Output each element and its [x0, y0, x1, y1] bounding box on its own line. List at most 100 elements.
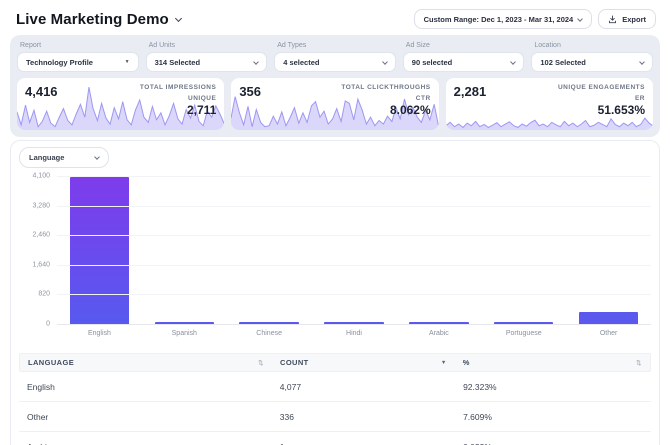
kpi-sub-value: 8.062% [389, 103, 431, 117]
kpi-card: 356 TOTAL CLICKTHROUGHS CTR 8.062% [231, 78, 439, 130]
breakdown-card: Language 4,100 3,280 2,460 1,640 820 0 Englis… [10, 140, 660, 445]
column-header-percent[interactable]: % ⇅ [455, 354, 650, 371]
chevron-down-icon [174, 14, 182, 22]
sort-icon: ⇅ [258, 359, 264, 367]
table-row: English 4,077 92.323% [19, 372, 651, 402]
column-header-language[interactable]: LANGUAGE ⇅ [20, 354, 272, 371]
bar-english[interactable] [69, 176, 130, 324]
gridline [57, 264, 651, 266]
cell-language: English [27, 381, 55, 392]
page-title: Live Marketing Demo [16, 10, 169, 28]
kpi-card: 4,416 TOTAL IMPRESSIONS UNIQUE 2,711 [17, 78, 225, 130]
filter-value: 102 Selected [540, 57, 586, 67]
y-tick-label: 3,280 [32, 202, 50, 210]
top-bar: Live Marketing Demo Custom Range: Dec 1,… [0, 0, 670, 31]
cell-percent: 92.323% [463, 381, 497, 392]
dimension-select[interactable]: Language [19, 147, 109, 168]
kpi-label: TOTAL IMPRESSIONS [139, 84, 217, 91]
cell-count: 336 [279, 411, 294, 422]
sort-desc-icon: ▼ [440, 359, 447, 366]
kpi-sub-label: ER [634, 95, 645, 102]
download-icon [609, 14, 617, 23]
chevron-down-icon [510, 58, 517, 65]
filter-value: 4 selected [283, 57, 320, 67]
column-header-count[interactable]: COUNT ▼ [272, 354, 455, 371]
export-button[interactable]: Export [598, 9, 656, 29]
kpi-sub-label: CTR [415, 95, 431, 102]
cell-percent: 0.023% [455, 432, 651, 445]
filters-kpi-panel: Report Technology Profile ▼ Ad Units 314 Sel… [10, 35, 660, 137]
date-range-button[interactable]: Custom Range: Dec 1, 2023 - Mar 31, 2024 [413, 9, 593, 29]
filter-group-report: Report Technology Profile ▼ [17, 41, 139, 72]
y-tick-label: 0 [46, 320, 50, 328]
triangle-down-icon: ▼ [124, 59, 130, 65]
table-row: Other 336 7.609% [19, 402, 651, 432]
report-title-dropdown[interactable]: Live Marketing Demo [16, 10, 182, 28]
kpi-value: 356 [239, 84, 262, 99]
plot-area [57, 176, 651, 325]
kpi-label: TOTAL CLICKTHROUGHS [341, 84, 431, 91]
filter-select[interactable]: Technology Profile ▼ [17, 52, 139, 72]
cell-language: Other [27, 411, 49, 422]
kpi-sub-value: 2,711 [186, 103, 217, 117]
y-tick-label: 4,100 [32, 172, 50, 180]
filter-label: Ad Size [405, 42, 430, 49]
x-axis-labels: English Spanish Chinese Hindi Arabic Portugue… [57, 324, 651, 337]
column-label: LANGUAGE [28, 358, 75, 367]
gridline [57, 235, 651, 237]
filter-label: Ad Types [277, 42, 307, 49]
filter-select[interactable]: 314 Selected [145, 52, 268, 72]
filter-group-ad-size: Ad Size 90 selected [402, 41, 525, 72]
cell-count: 1 [272, 432, 455, 445]
table-header-row: LANGUAGE ⇅ COUNT ▼ % ⇅ [19, 353, 651, 372]
table-body: English 4,077 92.323% Other 336 7.609% Arabic1… [19, 372, 651, 445]
bar-slot [57, 176, 142, 324]
filter-label: Report [20, 42, 42, 49]
filter-value: 90 selected [411, 57, 453, 67]
export-label: Export [622, 14, 646, 24]
y-axis: 4,100 3,280 2,460 1,640 820 0 [19, 172, 57, 328]
bar-slot [566, 311, 651, 324]
filter-bar: Report Technology Profile ▼ Ad Units 314 Sel… [17, 41, 653, 72]
filter-select[interactable]: 4 selected [274, 52, 396, 72]
filter-group-ad-units: Ad Units 314 Selected [145, 41, 268, 72]
cell-count: 4,077 [279, 381, 302, 392]
bar-chart: 4,100 3,280 2,460 1,640 820 0 [19, 172, 651, 328]
kpi-card: 2,281 UNIQUE ENGAGEMENTS ER 51.653% [445, 78, 653, 130]
filter-select[interactable]: 90 selected [402, 52, 525, 72]
kpi-sub-value: 51.653% [597, 103, 645, 117]
filter-label: Ad Units [148, 42, 176, 49]
x-tick-label: Arabic [428, 330, 449, 337]
y-tick-label: 820 [38, 290, 50, 298]
kpi-row: 4,416 TOTAL IMPRESSIONS UNIQUE 2,711 356 TOTA… [17, 78, 653, 130]
gridline [57, 294, 651, 296]
language-table: LANGUAGE ⇅ COUNT ▼ % ⇅ English 4,077 92.32… [19, 353, 651, 445]
bars-container [57, 176, 651, 324]
dimension-select-value: Language [29, 153, 65, 162]
chevron-down-icon [577, 15, 584, 22]
filter-select[interactable]: 102 Selected [531, 52, 653, 72]
filter-group-location: Location 102 Selected [531, 41, 653, 72]
chevron-down-icon [381, 58, 388, 65]
x-tick-label: Chinese [256, 330, 282, 337]
bar-other[interactable] [578, 311, 639, 324]
y-tick-label: 1,640 [32, 261, 50, 269]
x-tick-label: Spanish [171, 330, 197, 337]
x-tick-label: Portuguese [505, 330, 542, 337]
column-label: % [462, 358, 470, 367]
cell-language: Arabic [19, 432, 272, 445]
y-tick-label: 2,460 [32, 231, 50, 239]
kpi-value: 4,416 [25, 84, 58, 99]
chevron-down-icon [253, 58, 260, 65]
gridline [57, 324, 651, 325]
kpi-value: 2,281 [453, 84, 487, 99]
filter-label: Location [534, 42, 561, 49]
sort-icon: ⇅ [636, 359, 642, 367]
gridline [57, 205, 651, 207]
column-label: COUNT [280, 358, 309, 367]
date-range-label: Custom Range: Dec 1, 2023 - Mar 31, 2024 [423, 14, 574, 24]
x-tick-label: English [87, 330, 111, 337]
chevron-down-icon [94, 154, 100, 160]
kpi-sub-label: UNIQUE [188, 95, 217, 102]
x-tick-label: Other [599, 330, 618, 337]
